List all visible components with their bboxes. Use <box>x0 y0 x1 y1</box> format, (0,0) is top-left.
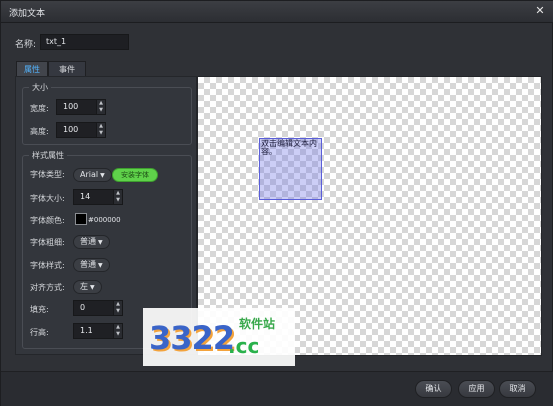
font-size-spinner[interactable]: 14 ▲ ▼ <box>73 189 123 205</box>
font-color-label: 字体颜色: <box>30 216 65 225</box>
font-color-value: #000000 <box>88 216 121 224</box>
size-group-title: 大小 <box>29 82 51 93</box>
caret-down-icon: ▼ <box>90 284 95 291</box>
spin-up-icon[interactable]: ▲ <box>114 190 122 197</box>
padding-label: 填充: <box>30 305 49 314</box>
line-height-value: 1.1 <box>80 326 93 335</box>
spin-up-icon[interactable]: ▲ <box>114 301 122 308</box>
height-label: 高度: <box>30 127 49 136</box>
width-label: 宽度: <box>30 104 49 113</box>
confirm-button[interactable]: 确认 <box>415 380 452 398</box>
size-group: 大小 宽度: 100 ▲ ▼ 高度: 100 ▲ ▼ <box>22 82 192 145</box>
watermark-logo: 3322 .cc 软件站 <box>143 308 295 366</box>
caret-down-icon: ▼ <box>98 262 103 269</box>
text-box[interactable]: 双击编辑文本内容。 <box>259 138 322 200</box>
line-height-label: 行高: <box>30 328 49 337</box>
watermark-domain: .cc <box>228 334 260 358</box>
font-type-label: 字体类型: <box>30 170 65 179</box>
spin-up-icon[interactable]: ▲ <box>97 100 105 107</box>
spin-down-icon[interactable]: ▼ <box>114 308 122 315</box>
font-style-value: 普通 <box>80 260 96 269</box>
font-weight-value: 普通 <box>80 237 96 246</box>
align-value: 左 <box>80 282 88 291</box>
spin-down-icon[interactable]: ▼ <box>114 331 122 338</box>
caret-down-icon: ▼ <box>100 172 105 179</box>
watermark-site-name: 软件站 <box>239 317 276 331</box>
height-spinner[interactable]: 100 ▲ ▼ <box>56 122 106 138</box>
font-color-swatch[interactable] <box>75 213 87 225</box>
name-label: 名称: <box>15 40 37 50</box>
spin-up-icon[interactable]: ▲ <box>114 324 122 331</box>
width-spinner-arrows: ▲ ▼ <box>96 100 105 114</box>
font-type-value: Arial <box>80 170 99 179</box>
name-input[interactable]: txt_1 <box>40 34 129 50</box>
spin-down-icon[interactable]: ▼ <box>97 130 105 137</box>
font-weight-label: 字体粗细: <box>30 238 65 247</box>
apply-button[interactable]: 应用 <box>458 380 495 398</box>
style-group-title: 样式属性 <box>29 150 67 161</box>
caret-down-icon: ▼ <box>98 239 103 246</box>
close-icon[interactable]: ✕ <box>534 5 546 17</box>
font-size-spinner-arrows: ▲ ▼ <box>113 190 122 204</box>
dialog-title: 添加文本 <box>9 9 46 19</box>
cancel-button[interactable]: 取消 <box>499 380 536 398</box>
title-bar[interactable]: 添加文本 ✕ <box>1 1 553 23</box>
dialog-footer: 确认 应用 取消 <box>1 371 553 406</box>
padding-value: 0 <box>80 303 86 312</box>
add-text-dialog: 添加文本 ✕ 名称: txt_1 属性 事件 大小 宽度: 100 ▲ ▼ 高度… <box>0 0 553 406</box>
width-spinner[interactable]: 100 ▲ ▼ <box>56 99 106 115</box>
font-type-select[interactable]: Arial ▼ <box>73 168 112 182</box>
tab-events[interactable]: 事件 <box>48 61 86 77</box>
tab-properties[interactable]: 属性 <box>16 61 48 77</box>
watermark-number: 3322 <box>149 319 235 357</box>
spin-up-icon[interactable]: ▲ <box>97 123 105 130</box>
padding-spinner-arrows: ▲ ▼ <box>113 301 122 315</box>
align-select[interactable]: 左 ▼ <box>73 280 102 294</box>
font-size-label: 字体大小: <box>30 194 65 203</box>
install-font-button[interactable]: 安装字体 <box>112 168 158 182</box>
height-value: 100 <box>63 125 79 134</box>
height-spinner-arrows: ▲ ▼ <box>96 123 105 137</box>
font-style-label: 字体样式: <box>30 261 65 270</box>
line-height-spinner[interactable]: 1.1 ▲ ▼ <box>73 323 123 339</box>
spin-down-icon[interactable]: ▼ <box>114 197 122 204</box>
align-label: 对齐方式: <box>30 283 65 292</box>
font-weight-select[interactable]: 普通 ▼ <box>73 235 110 249</box>
spin-down-icon[interactable]: ▼ <box>97 107 105 114</box>
width-value: 100 <box>63 102 79 111</box>
font-size-value: 14 <box>80 192 91 201</box>
font-style-select[interactable]: 普通 ▼ <box>73 258 110 272</box>
line-height-spinner-arrows: ▲ ▼ <box>113 324 122 338</box>
padding-spinner[interactable]: 0 ▲ ▼ <box>73 300 123 316</box>
